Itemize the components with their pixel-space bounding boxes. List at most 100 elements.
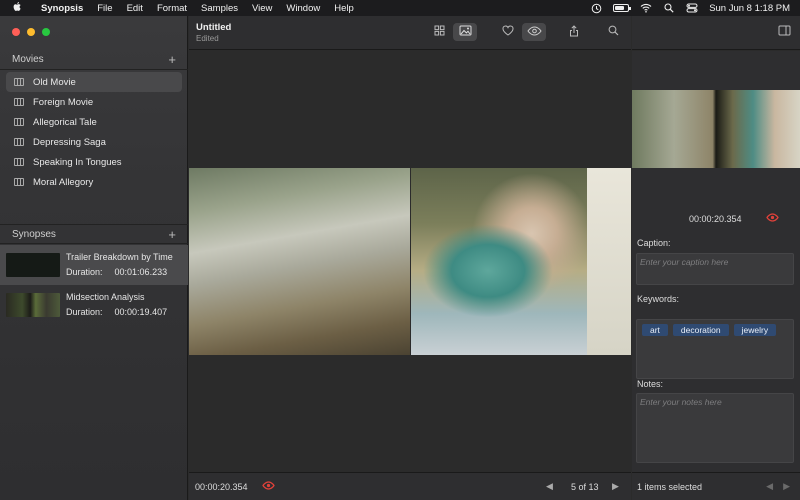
zoom-window-button[interactable] <box>42 28 50 36</box>
heart-icon <box>502 25 514 39</box>
movie-item-speaking-in-tongues[interactable]: Speaking In Tongues <box>6 152 182 172</box>
frame-viewer <box>189 51 631 472</box>
menu-window[interactable]: Window <box>279 3 327 14</box>
inspector-toolbar <box>632 16 800 50</box>
movie-list: Old Movie Foreign Movie Allegorical Tale… <box>6 72 182 192</box>
search-button[interactable] <box>601 23 625 41</box>
movie-item-label: Foreign Movie <box>33 96 94 108</box>
film-icon <box>14 98 24 106</box>
add-synopsis-button[interactable]: + <box>168 228 176 241</box>
hidden-eye-icon[interactable] <box>261 480 275 493</box>
menu-clock[interactable]: Sun Jun 8 1:18 PM <box>709 3 790 14</box>
movies-header-label: Movies <box>12 54 44 65</box>
keywords-field[interactable]: art decoration jewelry <box>636 319 794 379</box>
movie-item-moral-allegory[interactable]: Moral Allegory <box>6 172 182 192</box>
share-button[interactable] <box>562 23 586 41</box>
duration-label: Duration: <box>66 307 103 317</box>
grid-view-icon <box>434 25 445 39</box>
document-status: Edited <box>196 34 219 43</box>
apple-menu-icon[interactable] <box>0 1 34 15</box>
menu-bar: Synopsis File Edit Format Samples View W… <box>0 0 800 16</box>
synopsis-text: Trailer Breakdown by Time Duration: 00:0… <box>66 250 173 280</box>
image-view-icon <box>459 25 472 39</box>
wifi-icon[interactable] <box>640 3 652 13</box>
app-window: Movies + Old Movie Foreign Movie Allegor… <box>0 16 800 500</box>
time-machine-icon[interactable] <box>590 3 602 13</box>
menu-edit[interactable]: Edit <box>120 3 150 14</box>
menu-file[interactable]: File <box>90 3 119 14</box>
inspector-timecode-row: 00:00:20.354 <box>632 211 800 227</box>
menu-view[interactable]: View <box>245 3 279 14</box>
inspector-status-bar: 1 items selected ◀ ▶ <box>632 472 800 500</box>
battery-icon[interactable] <box>613 4 632 12</box>
viewer-status-bar: 00:00:20.354 ◀ 5 of 13 ▶ <box>189 472 631 500</box>
film-icon <box>14 138 24 146</box>
add-movie-button[interactable]: + <box>168 53 176 66</box>
minimize-window-button[interactable] <box>27 28 35 36</box>
video-frame-image[interactable] <box>189 168 410 355</box>
previous-frame-button[interactable]: ◀ <box>546 481 553 492</box>
movie-item-allegorical-tale[interactable]: Allegorical Tale <box>6 112 182 132</box>
synopsis-title: Trailer Breakdown by Time <box>66 252 173 262</box>
inspector-timecode: 00:00:20.354 <box>689 214 742 224</box>
favorite-button[interactable] <box>496 23 520 41</box>
film-icon <box>14 178 24 186</box>
spotlight-search-icon[interactable] <box>663 3 675 13</box>
synopsis-duration: Duration: 00:00:19.407 <box>66 305 167 320</box>
movies-section-header: Movies + <box>0 50 188 70</box>
sidebar: Movies + Old Movie Foreign Movie Allegor… <box>0 16 188 500</box>
synopses-section-header: Synopses + <box>0 224 188 244</box>
toggle-inspector-button[interactable] <box>772 23 796 41</box>
inspector-nav: ◀ ▶ <box>766 481 800 492</box>
keyword-tag[interactable]: decoration <box>672 324 729 336</box>
selection-count: 1 items selected <box>637 481 703 492</box>
movie-item-old-movie[interactable]: Old Movie <box>6 72 182 92</box>
menu-help[interactable]: Help <box>327 3 361 14</box>
video-frame-image[interactable] <box>411 168 631 355</box>
movie-item-label: Allegorical Tale <box>33 116 97 128</box>
movie-item-label: Depressing Saga <box>33 136 106 148</box>
movie-item-label: Speaking In Tongues <box>33 156 122 168</box>
eye-icon <box>526 25 542 39</box>
inspector-next-button[interactable]: ▶ <box>783 481 790 492</box>
film-icon <box>14 158 24 166</box>
document-title: Untitled <box>196 22 232 33</box>
inspector-previous-button[interactable]: ◀ <box>766 481 773 492</box>
menu-format[interactable]: Format <box>150 3 194 14</box>
movie-item-label: Moral Allegory <box>33 176 94 188</box>
inspector-thumbnail <box>632 90 800 168</box>
synopsis-item-trailer-breakdown[interactable]: Trailer Breakdown by Time Duration: 00:0… <box>0 245 188 285</box>
keyword-tag[interactable]: art <box>642 324 668 336</box>
duration-label: Duration: <box>66 267 103 277</box>
caption-field[interactable]: Enter your caption here <box>636 253 794 285</box>
control-center-icon[interactable] <box>686 3 698 13</box>
duration-value: 00:00:19.407 <box>114 307 168 317</box>
film-icon <box>14 118 24 126</box>
visibility-toggle-button[interactable] <box>522 23 546 41</box>
window-controls <box>12 28 50 36</box>
image-view-button[interactable] <box>453 23 477 41</box>
synopsis-thumbnail <box>6 293 60 317</box>
hidden-eye-icon[interactable] <box>765 213 779 225</box>
keywords-label: Keywords: <box>637 294 680 304</box>
synopsis-item-midsection-analysis[interactable]: Midsection Analysis Duration: 00:00:19.4… <box>0 285 188 325</box>
film-icon <box>14 78 24 86</box>
frame-page-indicator: 5 of 13 <box>571 482 599 492</box>
notes-field[interactable]: Enter your notes here <box>636 393 794 463</box>
keyword-tag[interactable]: jewelry <box>733 324 777 336</box>
grid-view-button[interactable] <box>427 23 451 41</box>
synopses-header-label: Synopses <box>12 228 56 240</box>
caption-label: Caption: <box>637 238 671 248</box>
main-toolbar: Untitled Edited <box>189 16 631 50</box>
movie-item-foreign-movie[interactable]: Foreign Movie <box>6 92 182 112</box>
viewer-timecode: 00:00:20.354 <box>195 481 248 492</box>
next-frame-button[interactable]: ▶ <box>612 481 619 492</box>
menu-samples[interactable]: Samples <box>194 3 245 14</box>
movie-item-depressing-saga[interactable]: Depressing Saga <box>6 132 182 152</box>
sidebar-toggle-icon <box>778 25 791 39</box>
duration-value: 00:01:06.233 <box>114 267 168 277</box>
close-window-button[interactable] <box>12 28 20 36</box>
synopsis-thumbnail <box>6 253 60 277</box>
menu-app-name[interactable]: Synopsis <box>34 3 90 14</box>
synopsis-title: Midsection Analysis <box>66 292 145 302</box>
